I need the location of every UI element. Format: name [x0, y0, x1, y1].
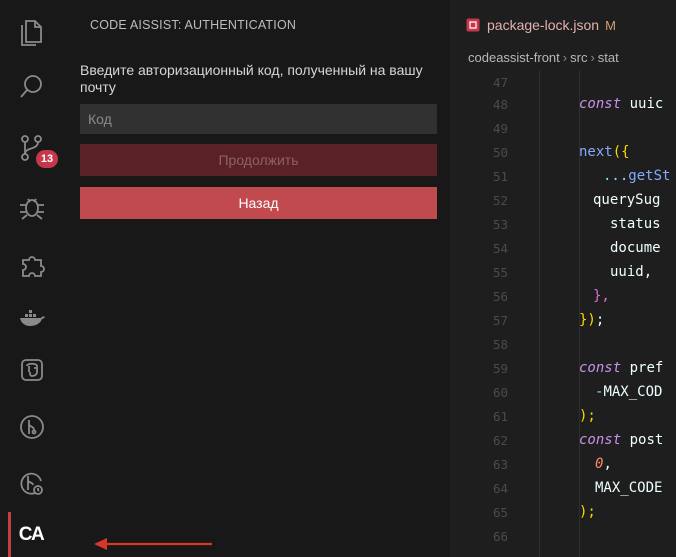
- json-file-icon: [466, 18, 480, 32]
- git-graph-icon[interactable]: [12, 407, 52, 447]
- code-line: 52 querySug: [492, 192, 661, 208]
- database-icon[interactable]: [12, 350, 52, 390]
- extensions-icon[interactable]: [12, 245, 52, 285]
- auth-instruction: Введите авторизационный код, полученный …: [80, 62, 423, 95]
- annotation-arrow: [94, 538, 212, 550]
- tab-filename: package-lock.json: [487, 17, 600, 33]
- code-line: 64 MAX_CODE: [492, 480, 663, 496]
- editor: package-lock.json M codeassist-front › src…: [450, 0, 676, 557]
- code-line: 61);: [492, 408, 596, 424]
- editor-tab[interactable]: package-lock.json M: [450, 12, 616, 38]
- code-line: 57});: [492, 312, 605, 328]
- git-history-icon[interactable]: [12, 463, 52, 503]
- code-line: 62 const post: [492, 432, 664, 448]
- breadcrumb-item[interactable]: codeassist-front: [468, 50, 560, 65]
- source-control-badge: 13: [36, 150, 58, 168]
- code-line: 49: [492, 120, 508, 136]
- code-line: 58: [492, 336, 508, 352]
- auth-code-input[interactable]: [80, 104, 437, 134]
- code-line: 51 ...getSt: [492, 168, 671, 184]
- activity-bar: 13 CA: [0, 0, 64, 557]
- code-assist-label: CA: [18, 523, 45, 545]
- continue-button[interactable]: Продолжить: [80, 144, 437, 176]
- code-line: 55 uuid,: [492, 264, 653, 280]
- code-line: 63 0,: [492, 456, 612, 472]
- files-icon[interactable]: [12, 12, 52, 52]
- search-icon[interactable]: [12, 67, 52, 107]
- code-line: 59 const pref: [492, 360, 664, 376]
- code-line: 53 status: [492, 216, 661, 232]
- docker-icon[interactable]: [12, 298, 52, 338]
- back-button[interactable]: Назад: [80, 187, 437, 219]
- code-assist-panel: CODE AISSIST: AUTHENTICATION Введите авт…: [64, 0, 450, 557]
- breadcrumb-item[interactable]: stat: [598, 50, 619, 65]
- breadcrumb-item[interactable]: src: [570, 50, 587, 65]
- code-line: 66: [492, 528, 508, 544]
- source-control-icon[interactable]: 13: [12, 128, 58, 168]
- code-line: 56},: [492, 288, 610, 304]
- chevron-right-icon: ›: [562, 50, 568, 65]
- code-assist-icon[interactable]: CA: [8, 512, 54, 557]
- code-line: 48 const uuic: [492, 96, 664, 112]
- code-line: 50 next({: [492, 144, 630, 160]
- debug-icon[interactable]: [12, 187, 52, 227]
- code-line: 65);: [492, 504, 596, 520]
- code-line: 60 -MAX_COD: [492, 384, 663, 400]
- chevron-right-icon: ›: [590, 50, 595, 65]
- code-line: 47: [492, 74, 508, 90]
- breadcrumb: codeassist-front › src › stat: [468, 50, 619, 65]
- code-area[interactable]: 47 48 const uuic 49 50 next({ 51 ...getSt 5…: [450, 70, 676, 557]
- tab-modified-status: M: [605, 17, 616, 33]
- code-line: 54 docume: [492, 240, 661, 256]
- panel-title: CODE AISSIST: AUTHENTICATION: [90, 18, 297, 32]
